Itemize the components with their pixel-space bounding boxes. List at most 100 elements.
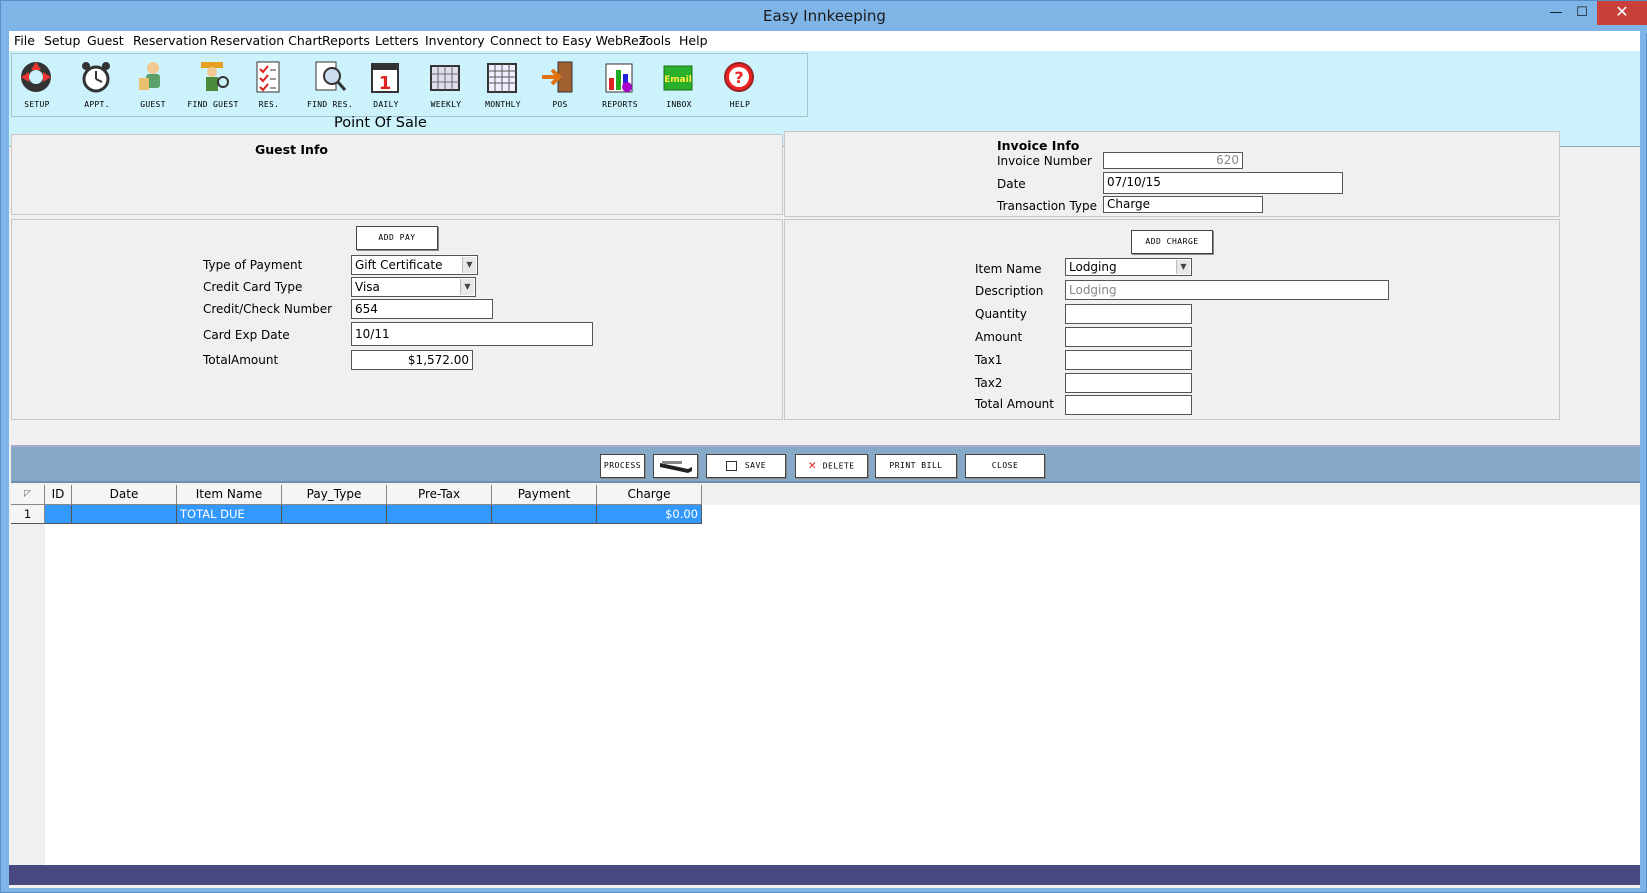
invoice-info-panel: Invoice Info Invoice Number 620 Date 07/… xyxy=(784,131,1560,217)
tax2-field[interactable] xyxy=(1065,373,1192,393)
email-icon: Email xyxy=(663,65,693,91)
chevron-down-icon[interactable]: ▼ xyxy=(460,279,474,295)
toolbar-setup-button[interactable]: SETUP xyxy=(7,56,67,114)
toolbar-help-label: HELP xyxy=(729,100,751,109)
toolbar-res-button[interactable]: RES. xyxy=(239,56,299,114)
delete-button[interactable]: ✕ DELETE xyxy=(795,454,868,478)
toolbar-reports-button[interactable]: REPORTS xyxy=(590,56,650,114)
credit-check-number-label: Credit/Check Number xyxy=(203,302,333,316)
invoice-number-label: Invoice Number xyxy=(997,154,1092,168)
payment-total-field[interactable]: $1,572.00 xyxy=(351,350,473,370)
minimize-button[interactable]: — xyxy=(1543,1,1569,25)
table-cell-id[interactable] xyxy=(45,505,72,524)
amount-field[interactable] xyxy=(1065,327,1192,347)
action-bar: PROCESS SAVE ✕ DELETE PRINT BILL CLOSE xyxy=(11,445,1640,483)
app-window: Easy Innkeeping — ☐ ✕ File Setup Guest R… xyxy=(0,0,1647,893)
card-exp-date-field[interactable]: 10/11 xyxy=(351,322,593,346)
transactions-grid: ◸ ID Date Item Name Pay_Type Pre-Tax Pay… xyxy=(11,485,1640,865)
table-cell-payment[interactable] xyxy=(492,505,597,524)
card-reader-icon xyxy=(659,461,692,473)
menu-bar: File Setup Guest Reservation Reservation… xyxy=(9,31,1640,51)
save-label: SAVE xyxy=(744,461,767,470)
transaction-type-label: Transaction Type xyxy=(997,199,1098,213)
charge-total-label: Total Amount xyxy=(975,397,1054,411)
title-bar: Easy Innkeeping — ☐ ✕ xyxy=(1,1,1647,33)
chevron-down-icon[interactable]: ▼ xyxy=(1176,260,1190,274)
grid-header-filler xyxy=(702,485,1640,505)
client-area: File Setup Guest Reservation Reservation… xyxy=(9,31,1640,888)
menu-reservation[interactable]: Reservation xyxy=(133,33,207,48)
menu-tools[interactable]: Tools xyxy=(640,33,671,48)
menu-setup[interactable]: Setup xyxy=(44,33,80,48)
column-header-item-name[interactable]: Item Name xyxy=(177,485,282,505)
row-header-column xyxy=(11,485,45,865)
column-header-date[interactable]: Date xyxy=(72,485,177,505)
credit-check-number-field[interactable]: 654 xyxy=(351,299,493,319)
menu-help[interactable]: Help xyxy=(679,33,708,48)
table-cell-charge[interactable]: $0.00 xyxy=(597,505,702,524)
card-reader-button[interactable] xyxy=(653,454,698,478)
invoice-date-label: Date xyxy=(997,177,1026,191)
payment-panel: ADD PAY Type of Payment Gift Certificate… xyxy=(11,219,783,420)
item-name-value: Lodging xyxy=(1069,260,1117,274)
find-person-icon xyxy=(201,62,229,91)
grid-corner[interactable]: ◸ xyxy=(11,485,45,505)
tax1-field[interactable] xyxy=(1065,350,1192,370)
column-header-pre-tax[interactable]: Pre-Tax xyxy=(387,485,492,505)
alarm-clock-icon xyxy=(82,62,110,93)
item-name-select[interactable]: Lodging ▼ xyxy=(1065,258,1192,276)
column-header-pay-type[interactable]: Pay_Type xyxy=(282,485,387,505)
column-header-payment[interactable]: Payment xyxy=(492,485,597,505)
add-charge-button[interactable]: ADD CHARGE xyxy=(1131,230,1213,254)
invoice-number-field[interactable]: 620 xyxy=(1103,152,1243,169)
menu-reports[interactable]: Reports xyxy=(322,33,370,48)
close-button[interactable]: CLOSE xyxy=(965,454,1045,478)
maximize-button[interactable]: ☐ xyxy=(1569,1,1595,25)
delete-icon: ✕ xyxy=(808,458,817,473)
credit-card-type-value: Visa xyxy=(355,280,380,294)
tax1-label: Tax1 xyxy=(975,353,1003,367)
table-cell-pre-tax[interactable] xyxy=(387,505,492,524)
quantity-field[interactable] xyxy=(1065,304,1192,324)
menu-reservation-chart[interactable]: Reservation Chart xyxy=(210,33,322,48)
quantity-label: Quantity xyxy=(975,307,1027,321)
description-field[interactable]: Lodging xyxy=(1065,280,1389,300)
menu-guest[interactable]: Guest xyxy=(87,33,124,48)
table-cell-pay-type[interactable] xyxy=(282,505,387,524)
transaction-type-field[interactable]: Charge xyxy=(1103,196,1263,213)
close-window-button[interactable]: ✕ xyxy=(1597,1,1647,25)
menu-file[interactable]: File xyxy=(14,33,35,48)
payment-type-label: Type of Payment xyxy=(203,258,303,272)
row-header[interactable]: 1 xyxy=(11,505,45,524)
toolbar-pos-button[interactable]: POS xyxy=(530,56,590,114)
toolbar-inbox-button[interactable]: Email INBOX xyxy=(649,56,709,114)
charge-total-field[interactable] xyxy=(1065,395,1192,415)
table-cell-item-name[interactable]: TOTAL DUE xyxy=(177,505,282,524)
chevron-down-icon[interactable]: ▼ xyxy=(462,257,476,273)
magnifier-doc-icon xyxy=(315,61,347,91)
credit-card-type-select[interactable]: Visa ▼ xyxy=(351,277,476,297)
invoice-date-field[interactable]: 07/10/15 xyxy=(1103,172,1343,194)
menu-connect-webrez[interactable]: Connect to Easy WebRez xyxy=(490,33,645,48)
checklist-icon xyxy=(256,61,280,93)
toolbar-guest-button[interactable]: GUEST xyxy=(123,56,183,114)
guest-info-heading: Guest Info xyxy=(255,142,328,157)
column-header-charge[interactable]: Charge xyxy=(597,485,702,505)
payment-type-value: Gift Certificate xyxy=(355,258,443,272)
print-bill-button[interactable]: PRINT BILL xyxy=(875,454,957,478)
invoice-info-heading: Invoice Info xyxy=(997,138,1080,153)
column-header-id[interactable]: ID xyxy=(45,485,72,505)
save-button[interactable]: SAVE xyxy=(706,454,786,478)
menu-inventory[interactable]: Inventory xyxy=(425,33,485,48)
charge-panel: ADD CHARGE Item Name Lodging ▼ Descripti… xyxy=(784,219,1560,420)
person-icon xyxy=(139,62,160,90)
floppy-icon xyxy=(725,460,737,471)
toolbar-daily-button[interactable]: 1 DAILY xyxy=(356,56,416,114)
menu-letters[interactable]: Letters xyxy=(375,33,419,48)
process-button[interactable]: PROCESS xyxy=(600,454,645,478)
lifebuoy-icon xyxy=(21,62,51,92)
toolbar-help-button[interactable]: ? HELP xyxy=(710,56,770,114)
add-pay-button[interactable]: ADD PAY xyxy=(356,226,438,250)
payment-type-select[interactable]: Gift Certificate ▼ xyxy=(351,255,478,275)
table-cell-date[interactable] xyxy=(72,505,177,524)
